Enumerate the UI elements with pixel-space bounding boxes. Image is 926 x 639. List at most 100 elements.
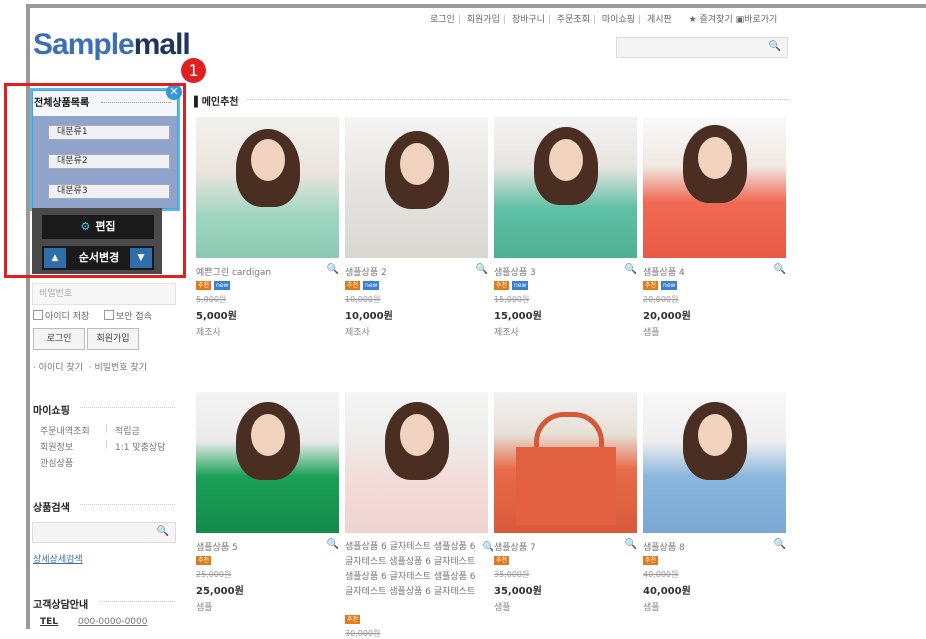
product-tags: 추천 new: [643, 281, 791, 291]
logo[interactable]: Samplemall: [33, 28, 191, 62]
myshop-title: 마이쇼핑: [33, 406, 70, 417]
product-card[interactable]: 샘플상품 6 글자테스트 샘플상품 6 글자테스트 샘플상품 6 글자테스트 샘…: [345, 392, 493, 639]
find-links: · 아이디 찾기 · 비밀번호 찾기: [33, 363, 147, 373]
nav-order[interactable]: 주문조회: [557, 15, 590, 25]
maker: 제조사: [345, 328, 370, 338]
product-card[interactable]: 샘플상품 2 🔍 추천 new 10,000원 10,000원 제조사: [345, 117, 493, 338]
product-image[interactable]: [345, 117, 488, 258]
product-card[interactable]: 샘플상품 5 🔍 추천 25,000원 25,000원 샘플: [196, 392, 344, 613]
maker: 제조사: [196, 328, 221, 338]
product-image[interactable]: [196, 117, 339, 258]
divider: [80, 504, 175, 505]
original-price: 25,000원: [196, 570, 232, 579]
price: 40,000원: [643, 586, 691, 597]
nav-board[interactable]: 게시판: [647, 15, 672, 25]
original-price: 5,000원: [196, 295, 227, 304]
zoom-icon[interactable]: 🔍: [625, 539, 637, 550]
product-image[interactable]: [196, 392, 339, 533]
tag-recommend: 추천: [345, 281, 361, 290]
nav-myshop[interactable]: 마이쇼핑: [602, 15, 635, 25]
nav-login[interactable]: 로그인: [430, 15, 455, 25]
zoom-icon[interactable]: 🔍: [327, 264, 339, 275]
product-name[interactable]: 샘플상품 7 🔍: [494, 539, 642, 553]
product-image[interactable]: [345, 392, 488, 533]
tag-recommend: 추천: [643, 556, 659, 565]
product-name[interactable]: 샘플상품 5 🔍: [196, 539, 344, 553]
window-frame-top: [26, 4, 926, 8]
cs-title: 고객상담안내: [33, 600, 89, 611]
divider: [247, 99, 789, 100]
product-search-input[interactable]: 🔍: [32, 522, 176, 543]
search-icon[interactable]: 🔍: [157, 526, 169, 537]
star-icon: ★: [688, 15, 697, 25]
myshop-member[interactable]: 회원정보: [40, 440, 73, 453]
myshop-orders[interactable]: 주문내역조회: [40, 424, 90, 437]
tel-value: 000-0000-0000: [78, 617, 148, 627]
save-id-label: 아이디 저장: [45, 312, 90, 322]
find-id-link[interactable]: 아이디 찾기: [39, 363, 83, 373]
join-button[interactable]: 회원가입: [87, 328, 139, 350]
secure-label: 보안 접속: [116, 312, 152, 322]
price: 15,000원: [494, 311, 542, 322]
price: 35,000원: [494, 586, 542, 597]
top-nav: 로그인 | 회원가입 | 장바구니 | 주문조회 | 마이쇼핑 | 게시판 ★ 즐겨찾기 …: [430, 15, 778, 25]
save-id-checkbox[interactable]: 아이디 저장: [33, 309, 89, 322]
product-image[interactable]: [643, 117, 786, 258]
nav-cart[interactable]: 장바구니: [512, 15, 545, 25]
product-card[interactable]: 샘플상품 8 🔍 추천 40,000원 40,000원 샘플: [643, 392, 791, 613]
find-pw-link[interactable]: 비밀번호 찾기: [94, 363, 147, 373]
myshop-points[interactable]: 적립금: [115, 424, 140, 437]
product-name[interactable]: 샘플상품 2 🔍: [345, 264, 493, 278]
product-tags: 추천 new: [345, 281, 493, 291]
tag-recommend: 추천: [494, 556, 510, 565]
product-name[interactable]: 예쁜그린 cardigan 🔍: [196, 264, 344, 278]
main-section-title: ▌메인추천: [194, 97, 239, 108]
zoom-icon[interactable]: 🔍: [483, 540, 493, 555]
zoom-icon[interactable]: 🔍: [774, 264, 786, 275]
divider: [100, 601, 175, 602]
price: 5,000원: [196, 311, 237, 322]
password-field[interactable]: 비밀번호: [32, 283, 176, 305]
product-image[interactable]: [643, 392, 786, 533]
tag-recommend: 추천: [196, 281, 212, 290]
nav-favorites[interactable]: 즐겨찾기: [700, 15, 733, 25]
logo-part-sample: Sample: [33, 28, 135, 61]
product-card[interactable]: 샘플상품 7 🔍 추천 35,000원 35,000원 샘플: [494, 392, 642, 613]
tag-new: new: [214, 281, 231, 290]
secure-login-checkbox[interactable]: 보안 접속: [104, 309, 152, 322]
original-price: 10,000원: [345, 295, 381, 304]
product-image[interactable]: [494, 117, 637, 258]
myshop-inquiry[interactable]: 1:1 맞춤상담: [115, 440, 165, 453]
product-card[interactable]: 예쁜그린 cardigan 🔍 추천 new 5,000원 5,000원 제조사: [196, 117, 344, 338]
tag-recommend: 추천: [643, 281, 659, 290]
original-price: 15,000원: [494, 295, 530, 304]
login-button[interactable]: 로그인: [33, 328, 85, 350]
step-badge: 1: [181, 58, 206, 83]
zoom-icon[interactable]: 🔍: [476, 264, 488, 275]
product-tags: 추천: [643, 556, 791, 566]
zoom-icon[interactable]: 🔍: [774, 539, 786, 550]
top-search-input[interactable]: 🔍: [616, 37, 788, 58]
product-name[interactable]: 샘플상품 8 🔍: [643, 539, 791, 553]
search-icon[interactable]: 🔍: [769, 41, 781, 52]
nav-join[interactable]: 회원가입: [467, 15, 500, 25]
myshop-wish[interactable]: 관심상품: [40, 456, 73, 469]
product-card[interactable]: 샘플상품 4 🔍 추천 new 20,000원 20,000원 샘플: [643, 117, 791, 338]
zoom-icon[interactable]: 🔍: [327, 539, 339, 550]
original-price: 40,000원: [643, 570, 679, 579]
advanced-search-link[interactable]: 상세상세검색: [33, 552, 83, 565]
tag-new: new: [512, 281, 529, 290]
tag-recommend: 추천: [345, 615, 361, 624]
product-name[interactable]: 샘플상품 6 글자테스트 샘플상품 6 글자테스트 샘플상품 6 글자테스트 샘…: [345, 540, 493, 615]
tag-recommend: 추천: [196, 556, 212, 565]
separator: |: [105, 424, 109, 434]
zoom-icon[interactable]: 🔍: [625, 264, 637, 275]
product-name[interactable]: 샘플상품 3 🔍: [494, 264, 642, 278]
product-name[interactable]: 샘플상품 4 🔍: [643, 264, 791, 278]
product-tags: 추천 new: [494, 281, 642, 291]
nav-shortcut[interactable]: 바로가기: [744, 15, 777, 25]
product-card[interactable]: 샘플상품 3 🔍 추천 new 15,000원 15,000원 제조사: [494, 117, 642, 338]
product-image[interactable]: [494, 392, 637, 533]
price: 25,000원: [196, 586, 244, 597]
tel-label: TEL: [40, 617, 59, 627]
